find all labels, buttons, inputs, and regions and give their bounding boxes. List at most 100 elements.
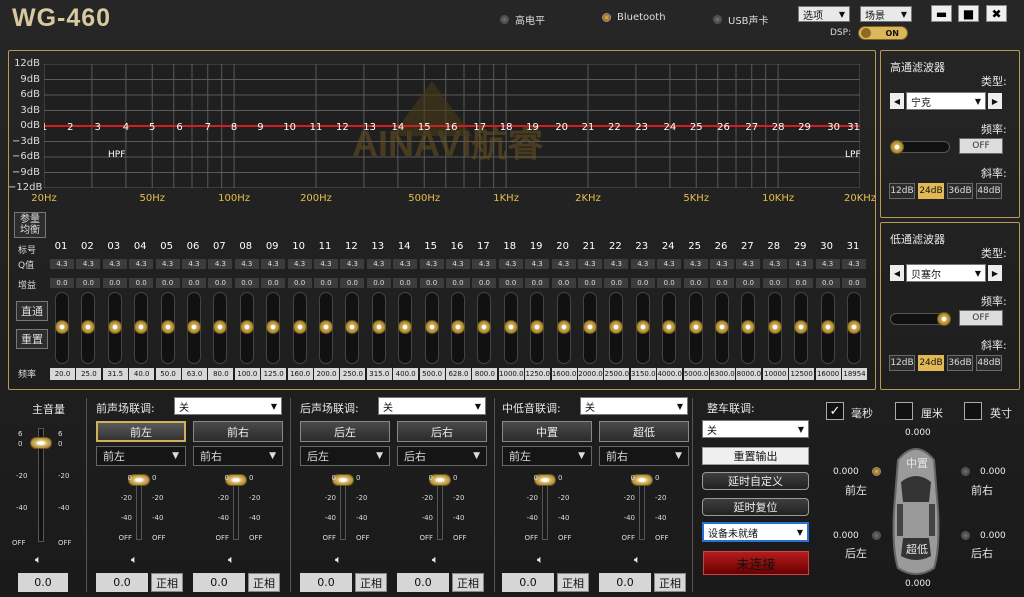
- band-marker[interactable]: 20: [555, 122, 568, 133]
- slope-24db[interactable]: 24dB: [918, 355, 944, 371]
- phase-button[interactable]: 正相: [557, 573, 589, 592]
- band-q-value[interactable]: 4.3: [657, 259, 682, 269]
- car-link-select[interactable]: 关 ▼: [702, 420, 809, 438]
- band-frequency[interactable]: 8000.0: [736, 368, 762, 380]
- speaker-icon[interactable]: 🔈︎: [228, 553, 235, 567]
- band-gain-value[interactable]: 0.0: [419, 278, 444, 288]
- slider-knob[interactable]: [937, 312, 951, 326]
- speaker-icon[interactable]: 🔈︎: [537, 553, 544, 567]
- channel-volume-fader[interactable]: [136, 480, 142, 540]
- band-frequency[interactable]: 100.0: [234, 368, 260, 380]
- lowpass-type-select[interactable]: 贝塞尔 ▼: [906, 264, 986, 282]
- band-q-value[interactable]: 4.3: [472, 259, 497, 269]
- channel-volume-value[interactable]: 0.0: [599, 573, 651, 592]
- ms-checkbox[interactable]: ✓: [826, 402, 844, 420]
- channel-tab[interactable]: 中置: [502, 421, 592, 442]
- band-frequency[interactable]: 800.0: [472, 368, 498, 380]
- channel-volume-value[interactable]: 0.0: [502, 573, 554, 592]
- band-frequency[interactable]: 6300.0: [710, 368, 735, 380]
- band-frequency[interactable]: 20.0: [50, 368, 75, 380]
- parametric-eq-button[interactable]: 参量均衡: [14, 212, 46, 238]
- band-q-value[interactable]: 4.3: [261, 259, 286, 269]
- channel-volume-value[interactable]: 0.0: [193, 573, 245, 592]
- band-gain-value[interactable]: 0.0: [155, 278, 180, 288]
- band-gain-value[interactable]: 0.0: [551, 278, 576, 288]
- channel-tab[interactable]: 前左: [96, 421, 186, 442]
- band-marker[interactable]: 18: [500, 122, 513, 133]
- band-frequency[interactable]: 200.0: [314, 368, 339, 380]
- band-q-value[interactable]: 4.3: [314, 259, 338, 269]
- slope-48db[interactable]: 48dB: [976, 355, 1002, 371]
- band-marker[interactable]: 12: [336, 122, 349, 133]
- band-gain-value[interactable]: 0.0: [789, 278, 814, 288]
- channel-source-select[interactable]: 后左 ▼: [300, 446, 390, 466]
- band-q-value[interactable]: 4.3: [789, 259, 814, 269]
- reset-output-button[interactable]: 重置输出: [702, 447, 809, 465]
- speaker-icon[interactable]: 🔈︎: [131, 553, 138, 567]
- band-gain-knob[interactable]: [107, 320, 122, 334]
- group-link-select[interactable]: 关 ▼: [174, 397, 282, 415]
- master-volume-value[interactable]: 0.0: [18, 573, 68, 592]
- close-button[interactable]: ✖: [986, 5, 1007, 22]
- band-gain-knob[interactable]: [820, 320, 835, 334]
- band-frequency[interactable]: 628.0: [446, 368, 471, 380]
- band-gain-value[interactable]: 0.0: [393, 278, 418, 288]
- band-q-value[interactable]: 4.3: [76, 259, 101, 269]
- band-gain-value[interactable]: 0.0: [762, 278, 787, 288]
- band-q-value[interactable]: 4.3: [525, 259, 550, 269]
- connect-button[interactable]: 未连接: [703, 551, 809, 575]
- band-marker[interactable]: 30: [827, 122, 840, 133]
- indicator-usb[interactable]: USB声卡: [713, 12, 769, 27]
- band-frequency[interactable]: 125.0: [261, 368, 287, 380]
- band-q-value[interactable]: 4.3: [446, 259, 470, 269]
- channel-source-select[interactable]: 前左 ▼: [96, 446, 186, 466]
- band-frequency[interactable]: 12500: [789, 368, 815, 380]
- band-q-value[interactable]: 4.3: [366, 259, 391, 269]
- bypass-button[interactable]: 直通: [16, 301, 48, 321]
- band-gain-value[interactable]: 0.0: [446, 278, 470, 288]
- band-gain-value[interactable]: 0.0: [366, 278, 391, 288]
- band-gain-value[interactable]: 0.0: [261, 278, 286, 288]
- channel-volume-fader[interactable]: [437, 480, 443, 540]
- band-marker[interactable]: 27: [745, 122, 758, 133]
- band-frequency[interactable]: 5000.0: [683, 368, 709, 380]
- band-marker[interactable]: 3: [94, 122, 100, 133]
- channel-volume-fader[interactable]: [639, 480, 645, 540]
- band-q-value[interactable]: 4.3: [340, 259, 365, 269]
- subwoofer-label[interactable]: 超低: [906, 541, 928, 557]
- lowpass-prev-button[interactable]: ◀: [890, 265, 904, 281]
- seat-rr-led[interactable]: [961, 531, 970, 540]
- band-q-value[interactable]: 4.3: [578, 259, 602, 269]
- band-q-value[interactable]: 4.3: [393, 259, 418, 269]
- band-frequency[interactable]: 1600.0: [551, 368, 577, 380]
- eq-graph[interactable]: AINAVI航睿12345678910111213141516171819202…: [41, 63, 861, 189]
- band-frequency[interactable]: 400.0: [393, 368, 419, 380]
- phase-button[interactable]: 正相: [355, 573, 387, 592]
- band-gain-value[interactable]: 0.0: [340, 278, 365, 288]
- lowpass-freq-state[interactable]: OFF: [959, 310, 1003, 326]
- highpass-freq-state[interactable]: OFF: [959, 138, 1003, 154]
- hpf-marker[interactable]: HPF: [108, 150, 125, 160]
- band-frequency[interactable]: 63.0: [182, 368, 207, 380]
- band-marker[interactable]: 10: [283, 122, 296, 133]
- lowpass-freq-slider[interactable]: [890, 312, 951, 326]
- band-q-value[interactable]: 4.3: [102, 259, 127, 269]
- reset-eq-button[interactable]: 重置: [16, 329, 48, 349]
- channel-source-select[interactable]: 前右 ▼: [599, 446, 689, 466]
- slope-36db[interactable]: 36dB: [947, 355, 973, 371]
- options-menu[interactable]: 选项 ▼: [798, 6, 850, 22]
- band-frequency[interactable]: 80.0: [208, 368, 234, 380]
- band-gain-value[interactable]: 0.0: [287, 278, 312, 288]
- phase-button[interactable]: 正相: [248, 573, 280, 592]
- band-frequency[interactable]: 1000.0: [498, 368, 524, 380]
- band-marker[interactable]: 29: [798, 122, 811, 133]
- band-gain-value[interactable]: 0.0: [472, 278, 497, 288]
- band-gain-knob[interactable]: [715, 320, 729, 334]
- band-marker[interactable]: 22: [608, 122, 621, 133]
- band-frequency[interactable]: 50.0: [155, 368, 181, 380]
- band-frequency[interactable]: 2000.0: [578, 368, 603, 380]
- band-gain-value[interactable]: 0.0: [314, 278, 338, 288]
- highpass-next-button[interactable]: ▶: [988, 93, 1002, 109]
- band-gain-value[interactable]: 0.0: [815, 278, 840, 288]
- band-gain-knob[interactable]: [292, 320, 307, 334]
